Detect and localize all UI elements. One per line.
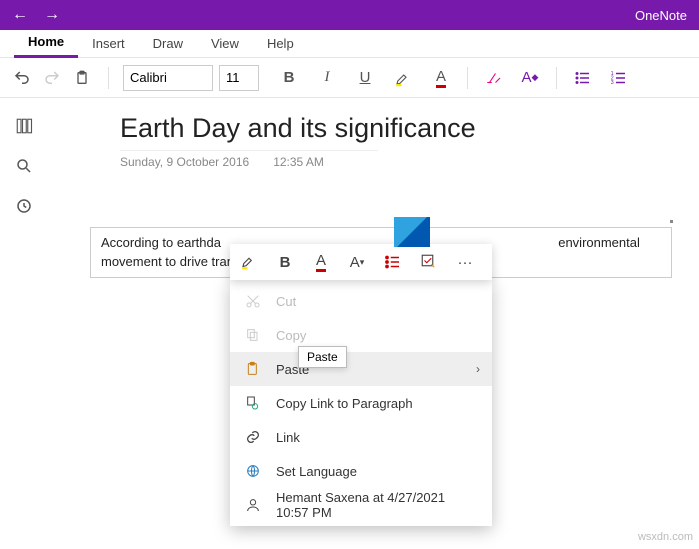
resize-handle[interactable] (670, 220, 673, 223)
cut-icon (244, 292, 262, 310)
menu-link[interactable]: Link (230, 420, 492, 454)
recent-icon[interactable] (14, 196, 34, 216)
menu-paste[interactable]: Paste › (230, 352, 492, 386)
mini-bold-button[interactable]: B (274, 251, 296, 273)
menu-copy-link[interactable]: Copy Link to Paragraph (230, 386, 492, 420)
titlebar: ← → OneNote (0, 0, 699, 30)
undo-button[interactable] (10, 66, 34, 90)
redo-button[interactable] (40, 66, 64, 90)
nav-buttons: ← → (12, 6, 60, 24)
tab-draw[interactable]: Draw (139, 32, 197, 57)
menu-link-label: Link (276, 430, 300, 445)
sidebar (0, 98, 48, 549)
forward-button[interactable]: → (44, 6, 60, 24)
menu-author-label: Hemant Saxena at 4/27/2021 10:57 PM (276, 490, 478, 520)
menu-cut: Cut (230, 284, 492, 318)
overlay-graphic (394, 217, 430, 247)
body-text-a[interactable]: According to earthda (101, 235, 221, 250)
page-meta: Sunday, 9 October 2016 12:35 AM (120, 150, 378, 169)
context-menu: Cut Copy Paste › Copy Link to Paragraph … (230, 280, 492, 526)
font-color-button[interactable]: A (429, 66, 453, 90)
back-button[interactable]: ← (12, 6, 28, 24)
mini-toolbar: B A A▾ ··· (230, 244, 492, 280)
clipboard-button[interactable] (70, 66, 94, 90)
paste-tooltip: Paste (298, 346, 347, 368)
styles-button[interactable]: A◆ (518, 66, 542, 90)
copy-link-icon (244, 394, 262, 412)
link-icon (244, 428, 262, 446)
mini-highlight-button[interactable] (238, 251, 260, 273)
numbered-list-button[interactable]: 123 (607, 66, 631, 90)
page-title[interactable]: Earth Day and its significance (120, 112, 679, 144)
person-icon (244, 496, 262, 514)
bullet-list-button[interactable] (571, 66, 595, 90)
menu-cut-label: Cut (276, 294, 296, 309)
menu-set-language[interactable]: Set Language (230, 454, 492, 488)
search-icon[interactable] (14, 156, 34, 176)
page-date: Sunday, 9 October 2016 (120, 155, 249, 169)
menu-author[interactable]: Hemant Saxena at 4/27/2021 10:57 PM (230, 488, 492, 522)
clear-formatting-button[interactable] (482, 66, 506, 90)
tab-home[interactable]: Home (14, 30, 78, 58)
mini-font-size-button[interactable]: A▾ (346, 251, 368, 273)
copy-icon (244, 326, 262, 344)
menu-copy-link-label: Copy Link to Paragraph (276, 396, 413, 411)
notebooks-icon[interactable] (14, 116, 34, 136)
underline-button[interactable]: U (353, 66, 377, 90)
highlight-button[interactable] (391, 66, 415, 90)
paste-icon (244, 360, 262, 378)
tab-help[interactable]: Help (253, 32, 308, 57)
font-size-input[interactable] (219, 65, 259, 91)
mini-more-button[interactable]: ··· (454, 251, 476, 273)
italic-button[interactable]: I (315, 66, 339, 90)
page-time: 12:35 AM (273, 155, 324, 169)
mini-font-color-button[interactable]: A (310, 251, 332, 273)
chevron-right-icon: › (476, 362, 480, 376)
svg-text:3: 3 (611, 80, 614, 86)
mini-bullet-button[interactable] (382, 251, 404, 273)
globe-icon (244, 462, 262, 480)
tab-insert[interactable]: Insert (78, 32, 139, 57)
watermark: wsxdn.com (638, 531, 693, 543)
ribbon-tabs: Home Insert Draw View Help (0, 30, 699, 58)
menu-copy: Copy (230, 318, 492, 352)
app-name: OneNote (635, 8, 687, 23)
font-name-input[interactable] (123, 65, 213, 91)
mini-todo-button[interactable] (418, 251, 440, 273)
menu-set-language-label: Set Language (276, 464, 357, 479)
ribbon: B I U A A◆ 123 (0, 58, 699, 98)
bold-button[interactable]: B (277, 66, 301, 90)
tab-view[interactable]: View (197, 32, 253, 57)
menu-copy-label: Copy (276, 328, 306, 343)
